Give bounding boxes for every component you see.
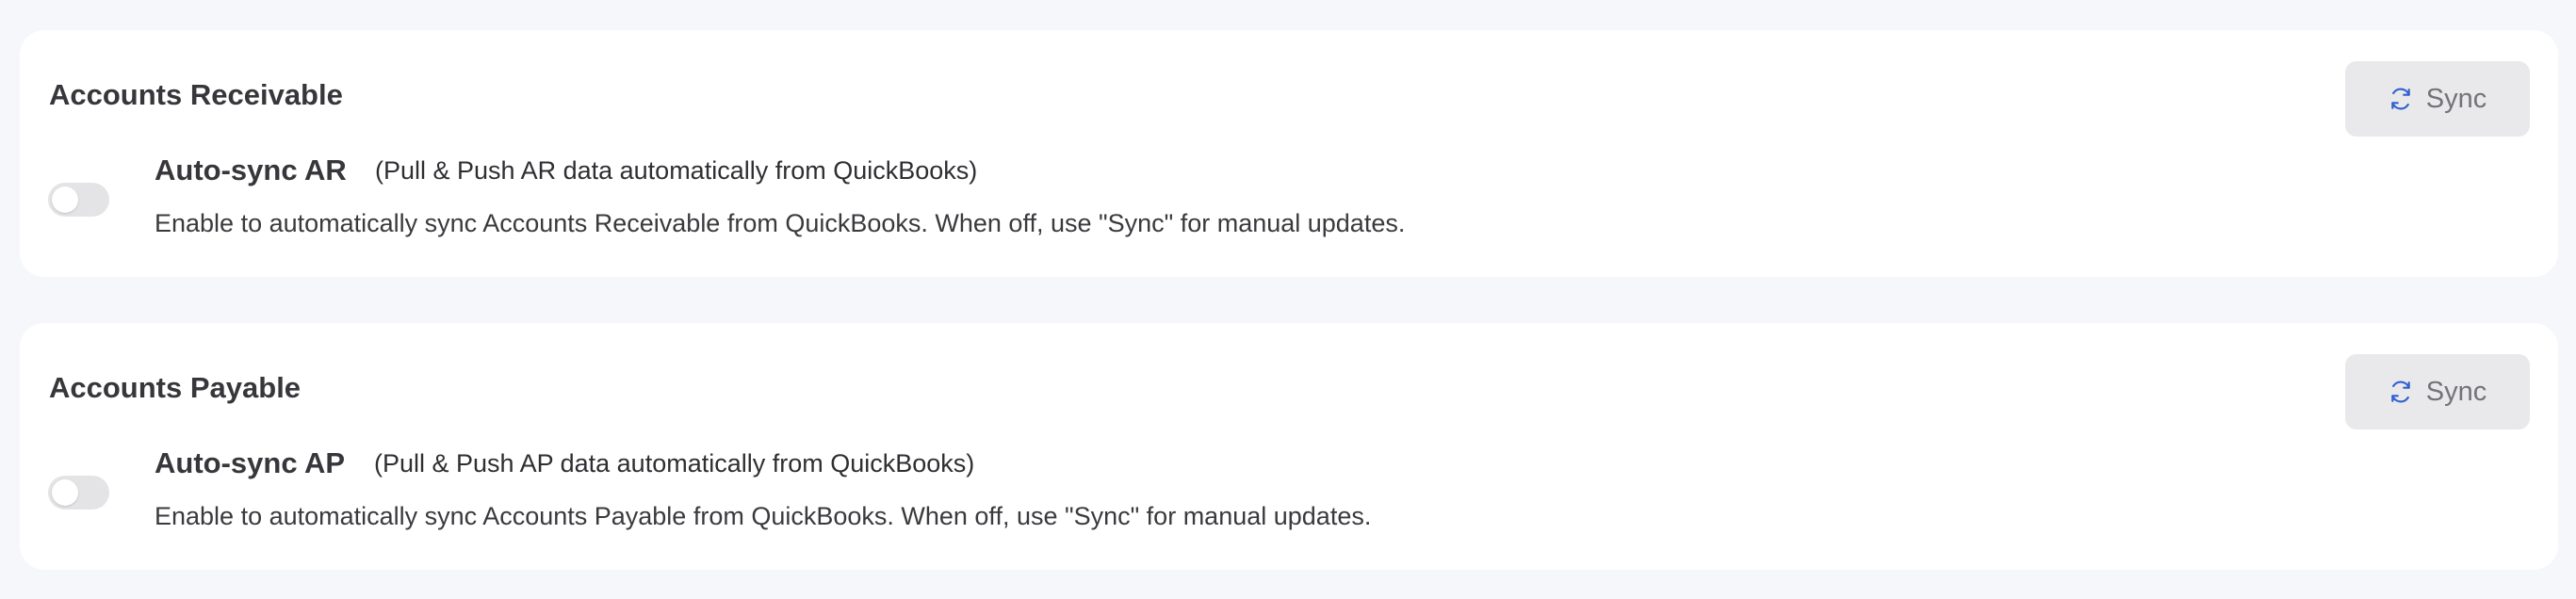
refresh-icon [2391, 88, 2410, 110]
accounts-receivable-card: Accounts Receivable Sync Auto-sync AR (P… [20, 30, 2558, 277]
sync-button-label: Sync [2425, 376, 2487, 407]
setting-hint: (Pull & Push AP data automatically from … [374, 449, 975, 478]
setting-description: Enable to automatically sync Accounts Re… [155, 209, 1406, 237]
auto-sync-ap-toggle[interactable] [48, 476, 109, 510]
accounts-payable-card: Accounts Payable Sync Auto-sync AP (Pull… [20, 323, 2558, 570]
toggle-knob [52, 186, 78, 213]
sync-button[interactable]: Sync [2345, 61, 2530, 137]
toggle-knob [52, 479, 78, 506]
setting-name: Auto-sync AP [155, 446, 346, 479]
sync-button[interactable]: Sync [2345, 354, 2530, 429]
sync-button-label: Sync [2425, 83, 2487, 114]
section-title: Accounts Payable [49, 371, 302, 404]
auto-sync-ar-toggle[interactable] [48, 183, 109, 217]
refresh-icon [2391, 380, 2410, 403]
section-title: Accounts Receivable [49, 78, 343, 111]
setting-description: Enable to automatically sync Accounts Pa… [155, 502, 1372, 530]
setting-name: Auto-sync AR [155, 154, 347, 186]
setting-hint: (Pull & Push AR data automatically from … [375, 156, 978, 185]
